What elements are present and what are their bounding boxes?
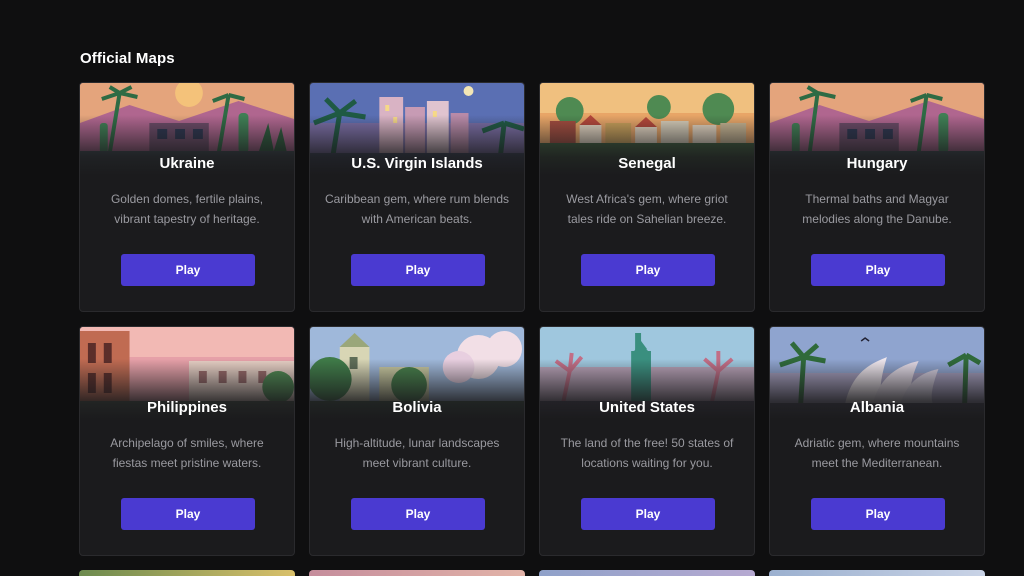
map-card-partial[interactable] [539,570,755,576]
map-card: Hungary Thermal baths and Magyar melodie… [769,82,985,312]
section-title: Official Maps [80,50,175,67]
map-description: High-altitude, lunar landscapes meet vib… [334,436,500,470]
map-card: U.S. Virgin Islands Caribbean gem, where… [309,82,525,312]
map-card: Albania Adriatic gem, where mountains me… [769,326,985,556]
official-maps-page: Official Maps Ukraine Golden domes, fert… [0,0,1024,576]
map-title: Hungary [846,155,908,172]
map-card: United States The land of the free! 50 s… [539,326,755,556]
play-button[interactable]: Play [811,498,945,530]
play-button[interactable]: Play [581,254,715,286]
play-button[interactable]: Play [121,498,255,530]
map-card: Bolivia High-altitude, lunar landscapes … [309,326,525,556]
map-card-partial[interactable] [769,570,985,576]
map-card: Philippines Archipelago of smiles, where… [79,326,295,556]
play-button[interactable]: Play [351,498,485,530]
play-button[interactable]: Play [351,254,485,286]
map-card: Senegal West Africa's gem, where griot t… [539,82,755,312]
map-description: Thermal baths and Magyar melodies along … [802,192,952,226]
map-description: Adriatic gem, where mountains meet the M… [794,436,960,470]
map-title: Ukraine [159,155,215,172]
maps-grid: Ukraine Golden domes, fertile plains, vi… [79,82,985,556]
map-title: Albania [849,399,905,416]
map-description: Golden domes, fertile plains, vibrant ta… [110,192,264,226]
map-card-partial[interactable] [79,570,295,576]
map-title: Senegal [618,155,676,172]
map-description: West Africa's gem, where griot tales rid… [566,192,728,226]
map-card: Ukraine Golden domes, fertile plains, vi… [79,82,295,312]
map-description: Archipelago of smiles, where fiestas mee… [110,436,264,470]
map-card-partial[interactable] [309,570,525,576]
play-button[interactable]: Play [121,254,255,286]
map-description: Caribbean gem, where rum blends with Ame… [324,192,510,226]
play-button[interactable]: Play [581,498,715,530]
map-title: Bolivia [392,399,442,416]
map-title: Philippines [146,399,227,416]
play-button[interactable]: Play [811,254,945,286]
map-title: United States [599,399,695,416]
map-title: U.S. Virgin Islands [351,155,483,172]
map-description: The land of the free! 50 states of locat… [560,436,734,470]
